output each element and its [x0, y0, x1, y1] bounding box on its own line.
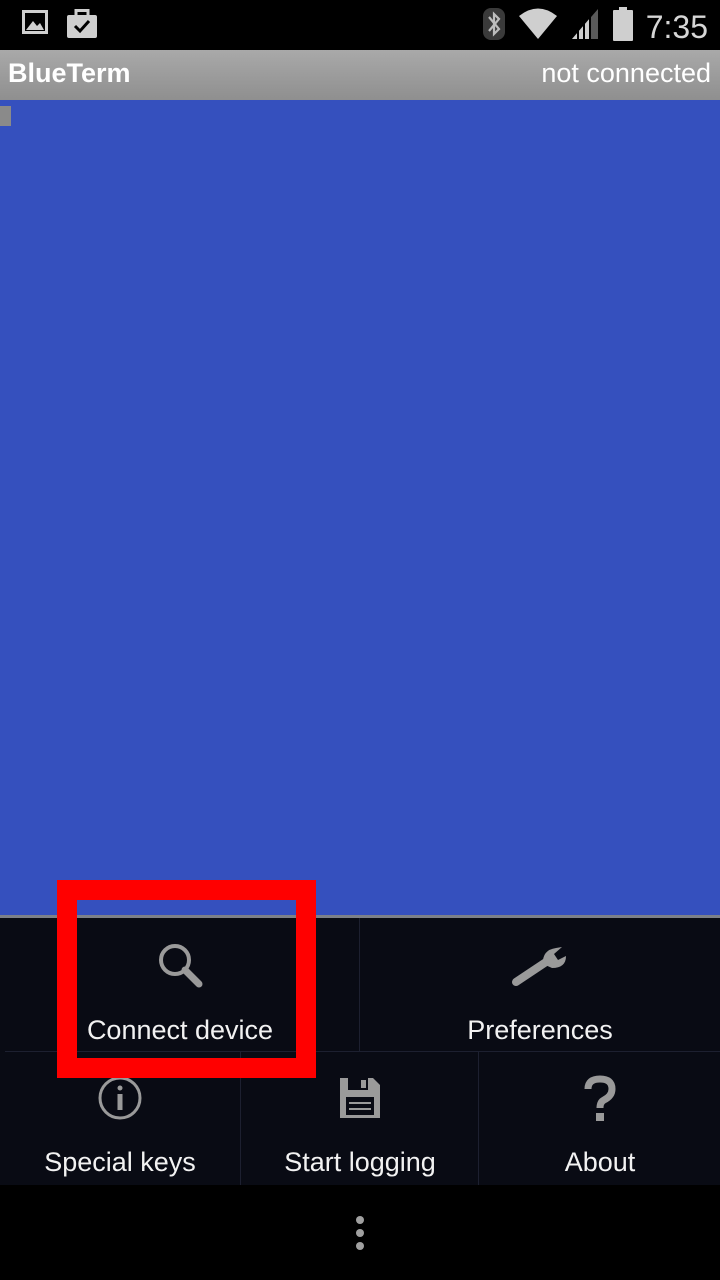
- help-icon: [582, 1075, 618, 1130]
- briefcase-icon: [66, 9, 98, 44]
- battery-icon: [612, 6, 634, 47]
- screen: 7:35 BlueTerm not connected Connect devi…: [0, 0, 720, 1280]
- signal-icon: [570, 7, 600, 46]
- menu-item-about[interactable]: About: [480, 1051, 720, 1185]
- status-bar: 7:35: [0, 0, 720, 50]
- info-icon: [97, 1075, 143, 1126]
- terminal-cursor: [0, 106, 11, 126]
- bluetooth-icon: [482, 6, 506, 47]
- navigation-bar: [0, 1185, 720, 1280]
- menu-item-label: Preferences: [467, 1015, 613, 1045]
- app-title: BlueTerm: [8, 58, 131, 88]
- highlight-box: [57, 880, 316, 1078]
- terminal-view[interactable]: [0, 100, 720, 915]
- menu-item-label: About: [564, 1147, 636, 1177]
- wrench-icon: [510, 940, 570, 995]
- save-icon: [337, 1075, 383, 1126]
- connection-status: not connected: [541, 58, 711, 88]
- menu-item-preferences[interactable]: Preferences: [360, 918, 720, 1051]
- overflow-menu-icon[interactable]: [345, 1210, 375, 1256]
- title-bar: BlueTerm not connected: [0, 50, 720, 100]
- wifi-icon: [518, 7, 558, 46]
- gallery-icon: [22, 9, 48, 44]
- menu-item-label: Start logging: [284, 1147, 436, 1177]
- menu-item-label: Special keys: [44, 1147, 196, 1177]
- status-time: 7:35: [645, 8, 708, 45]
